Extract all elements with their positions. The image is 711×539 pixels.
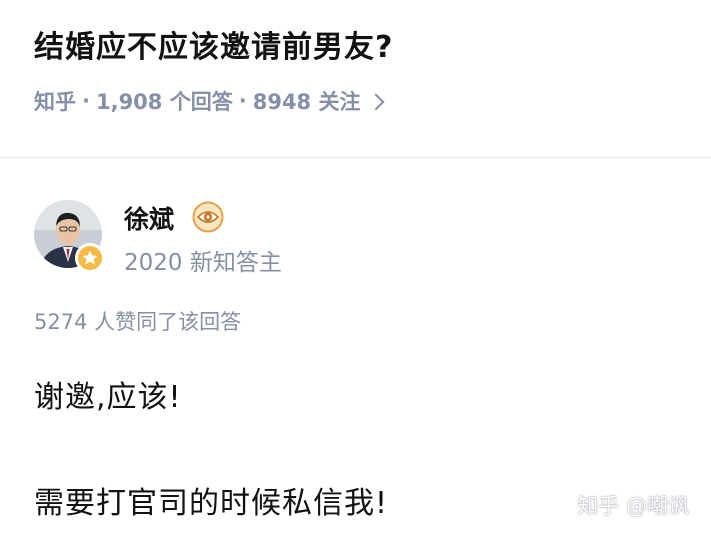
meta-separator: · [238,89,247,113]
source-label: 知乎 [34,90,76,114]
author-name[interactable]: 徐斌 [124,200,174,236]
answer-paragraph: 需要打官司的时候私信我! [34,486,389,521]
answer-paragraph: 谢邀,应该! [34,380,182,415]
meta-separator: · [82,89,90,113]
author-headline: 2020 新知答主 [124,250,282,276]
chevron-right-icon [367,93,385,111]
follow-count: 8948 关注 [252,90,361,114]
watermark: 知乎 @嘲讽 [577,494,689,518]
answer-count: 1,908 个回答 [95,90,233,114]
avatar-badge [75,243,105,273]
eye-badge-icon [192,201,224,233]
divider [0,157,711,158]
upvote-count: 5274 人赞同了该回答 [34,310,242,334]
question-meta[interactable]: 知乎 · 1,908 个回答 · 8948 关注 [34,86,385,116]
zhihu-answer-page: 结婚应不应该邀请前男友? 知乎 · 1,908 个回答 · 8948 关注 徐斌… [0,0,711,539]
star-badge-icon [78,246,102,270]
question-title[interactable]: 结婚应不应该邀请前男友? [34,22,393,66]
